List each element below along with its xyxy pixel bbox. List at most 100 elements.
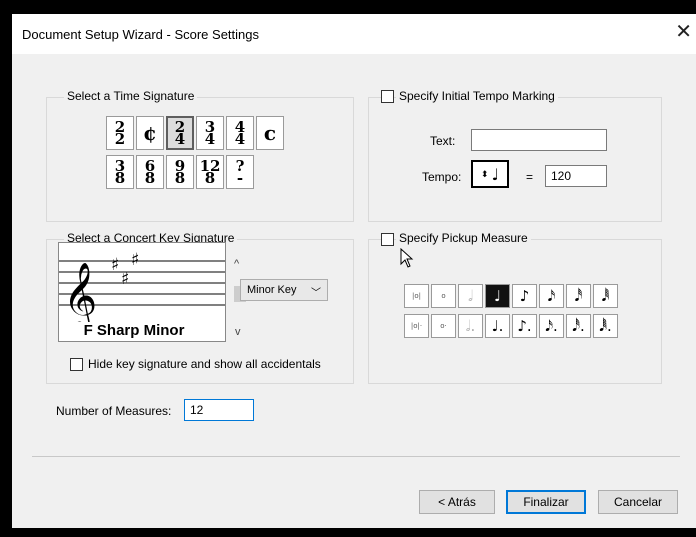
ts-9-8-button[interactable]: 98 xyxy=(166,155,194,189)
ts-4-4-button[interactable]: 44 xyxy=(226,116,254,150)
chevron-down-icon: ﹀ xyxy=(311,288,321,299)
ts-other-button[interactable]: ? - xyxy=(226,155,254,189)
cancel-button[interactable]: Cancelar xyxy=(598,490,678,514)
key-mode-select[interactable]: Minor Key ﹀ xyxy=(240,279,328,301)
time-signature-label: Select a Time Signature xyxy=(64,89,198,103)
sharp-f-icon: ♯ xyxy=(111,255,119,275)
pickup-breve-icon: |o| xyxy=(412,292,421,300)
pickup-half-icon: 𝅗𝅥 xyxy=(468,287,473,305)
pickup-dotted-16th-button[interactable]: 𝅘𝅥𝅯. xyxy=(539,314,564,338)
ts-6-8-button[interactable]: 68 xyxy=(136,155,164,189)
tempo-checkbox[interactable] xyxy=(381,90,394,103)
time-signature-row-2: 3 8 6 8 9 8 12 8 ? - xyxy=(106,155,256,189)
time-signature-fraction: ? - xyxy=(236,159,245,187)
pickup-dotted-quarter-button[interactable]: ♩. xyxy=(485,314,510,338)
tempo-text-input[interactable] xyxy=(471,129,607,151)
pickup-32nd-button[interactable]: 𝅘𝅥𝅰 xyxy=(566,284,591,308)
mouse-cursor-icon xyxy=(400,248,414,268)
time-signature-bottom: 2 xyxy=(114,130,126,148)
pickup-dotted-breve-button[interactable]: |o|· xyxy=(404,314,429,338)
time-signature-fraction: 68 xyxy=(145,159,155,186)
time-signature-bottom: 8 xyxy=(174,169,186,187)
key-name: F Sharp Minor xyxy=(59,322,209,339)
pickup-half-button[interactable]: 𝅗𝅥 xyxy=(458,284,483,308)
time-signature-fraction: 22 xyxy=(114,120,126,148)
time-signature-fraction: 12 8 xyxy=(200,159,221,187)
tempo-text-label: Text: xyxy=(430,134,456,148)
tempo-group xyxy=(368,97,662,222)
time-signature-bottom: - xyxy=(236,169,244,187)
time-signature-fraction: 44 xyxy=(235,120,245,147)
title-bar: Document Setup Wizard - Score Settings ✕ xyxy=(12,14,696,54)
pickup-32nd-icon: 𝅘𝅥𝅰 xyxy=(574,287,583,305)
ts-3-4-button[interactable]: 34 xyxy=(196,116,224,150)
hide-key-signature-label[interactable]: Hide key signature and show all accident… xyxy=(88,357,321,371)
pickup-64th-button[interactable]: 𝅘𝅥𝅱 xyxy=(593,284,618,308)
time-signature-row-1: 2 2 ¢ 2 4 3 4 4 4 c xyxy=(106,116,286,150)
scroll-up-icon[interactable]: ^ xyxy=(234,258,239,270)
pickup-quarter-button[interactable]: ♩ xyxy=(485,284,510,308)
pickup-dotted-16th-icon: 𝅘𝅥𝅯. xyxy=(545,317,558,335)
time-signature-fraction: 24 xyxy=(174,120,186,148)
key-mode-value: Minor Key xyxy=(247,284,297,296)
time-signature-fraction: 34 xyxy=(204,120,216,148)
tempo-value-label: Tempo: xyxy=(422,170,462,184)
time-signature-bottom: 8 xyxy=(204,169,216,187)
pickup-label[interactable]: Specify Pickup Measure xyxy=(396,231,531,245)
pickup-64th-icon: 𝅘𝅥𝅱 xyxy=(601,287,610,305)
tempo-note-button[interactable]: ⬍ ♩ xyxy=(471,160,509,188)
time-signature-fraction: 98 xyxy=(174,159,186,187)
key-signature-preview[interactable]: 𝄞 ♯ ♯ ♯ F Sharp Minor xyxy=(58,242,226,342)
tempo-value-input[interactable]: 120 xyxy=(545,165,607,187)
ts-2-4-button[interactable]: 24 xyxy=(166,116,194,150)
pickup-dotted-half-button[interactable]: 𝅗𝅥. xyxy=(458,314,483,338)
quarter-note-icon: ♩ xyxy=(491,164,500,184)
pickup-checkbox[interactable] xyxy=(381,233,394,246)
time-signature-fraction: 38 xyxy=(114,159,126,187)
pickup-dotted-32nd-button[interactable]: 𝅘𝅥𝅰. xyxy=(566,314,591,338)
finish-button[interactable]: Finalizar xyxy=(506,490,586,514)
pickup-16th-icon: 𝅘𝅥𝅯 xyxy=(547,287,556,305)
dialog-title: Document Setup Wizard - Score Settings xyxy=(22,27,259,42)
pickup-whole-icon: o xyxy=(441,292,446,300)
sharp-g-icon: ♯ xyxy=(131,250,139,270)
time-signature-symbol: ¢ xyxy=(143,121,157,145)
pickup-dotted-eighth-icon: ♪. xyxy=(517,317,532,335)
scroll-down-icon[interactable]: v xyxy=(235,326,241,338)
time-signature-bottom: 4 xyxy=(174,130,186,148)
pickup-breve-button[interactable]: |o| xyxy=(404,284,429,308)
staff-with-treble-clef: 𝄞 ♯ ♯ ♯ xyxy=(59,250,225,323)
pickup-dotted-whole-icon: o· xyxy=(440,322,447,330)
pickup-row-1: |o| o 𝅗𝅥 ♩ ♪ 𝅘𝅥𝅯 𝅘𝅥𝅰 𝅘𝅥𝅱 xyxy=(404,284,620,308)
pickup-dotted-breve-icon: |o|· xyxy=(410,322,423,330)
measures-label: Number of Measures: xyxy=(56,404,172,418)
pickup-eighth-icon: ♪ xyxy=(519,287,530,305)
pickup-whole-button[interactable]: o xyxy=(431,284,456,308)
time-signature-bottom: 4 xyxy=(204,130,216,148)
pickup-dotted-64th-icon: 𝅘𝅥𝅱. xyxy=(599,317,612,335)
time-signature-symbol: c xyxy=(263,121,277,145)
tempo-equals: = xyxy=(526,170,534,184)
close-icon[interactable]: ✕ xyxy=(675,22,692,42)
pickup-eighth-button[interactable]: ♪ xyxy=(512,284,537,308)
ts-12-8-button[interactable]: 12 8 xyxy=(196,155,224,189)
pickup-dotted-64th-button[interactable]: 𝅘𝅥𝅱. xyxy=(593,314,618,338)
pickup-dotted-whole-button[interactable]: o· xyxy=(431,314,456,338)
pickup-dotted-eighth-button[interactable]: ♪. xyxy=(512,314,537,338)
measures-input[interactable]: 12 xyxy=(184,399,254,421)
pickup-16th-button[interactable]: 𝅘𝅥𝅯 xyxy=(539,284,564,308)
sharp-c-icon: ♯ xyxy=(121,269,129,289)
pickup-dotted-half-icon: 𝅗𝅥. xyxy=(465,317,476,335)
treble-clef-icon: 𝄞 xyxy=(63,261,97,323)
tempo-label[interactable]: Specify Initial Tempo Marking xyxy=(396,89,558,103)
hide-key-signature-checkbox[interactable] xyxy=(70,358,83,371)
ts-common-time-button[interactable]: c xyxy=(256,116,284,150)
ts-3-8-button[interactable]: 38 xyxy=(106,155,134,189)
pickup-dotted-quarter-icon: ♩. xyxy=(491,317,504,335)
back-button[interactable]: < Atrás xyxy=(419,490,495,514)
time-signature-bottom: 8 xyxy=(114,169,126,187)
stepper-icon: ⬍ xyxy=(480,168,489,179)
pickup-row-2: |o|· o· 𝅗𝅥. ♩. ♪. 𝅘𝅥𝅯. 𝅘𝅥𝅰. 𝅘𝅥𝅱. xyxy=(404,314,620,338)
ts-2-2-button[interactable]: 22 xyxy=(106,116,134,150)
ts-cut-time-button[interactable]: ¢ xyxy=(136,116,164,150)
